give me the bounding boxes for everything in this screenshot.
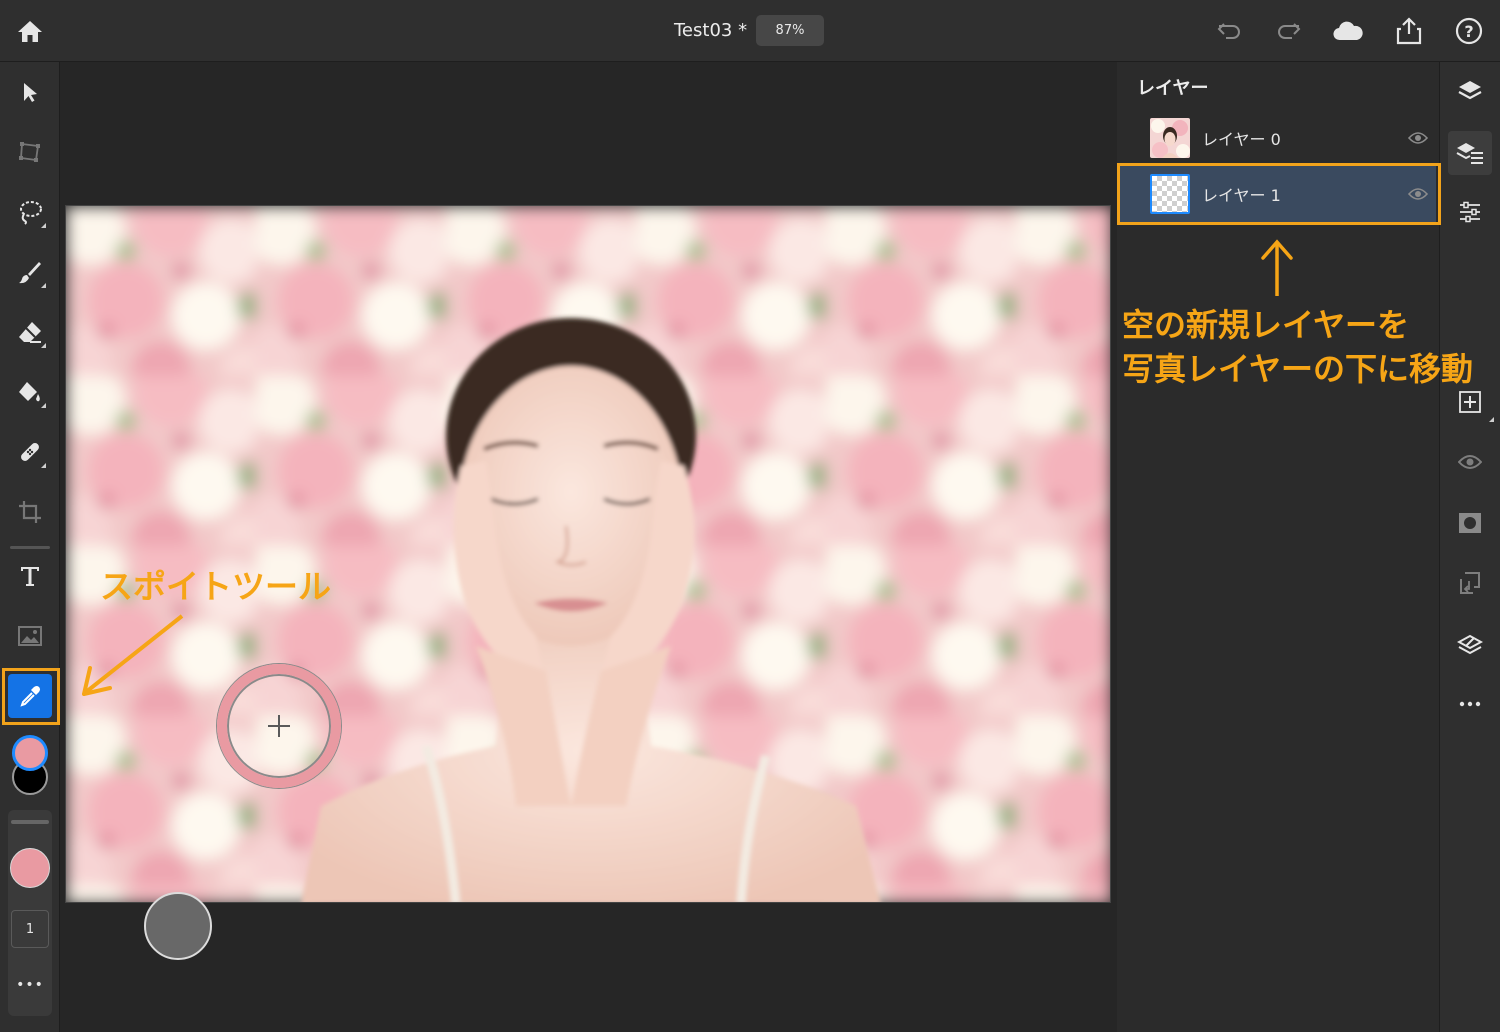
merge-icon[interactable] [1448,623,1492,667]
crosshair-icon [268,715,290,737]
type-tool-icon[interactable] [8,554,52,598]
layer-annotation-arrow [1261,239,1293,296]
layer-row-0[interactable]: レイヤー 0 [1120,110,1436,166]
brush-settings-group: 1 ••• [8,810,52,1016]
layer-thumbnail [1150,118,1190,158]
brush-color-swatch[interactable] [10,848,50,888]
share-icon[interactable] [1392,14,1426,48]
mask-icon[interactable] [1448,501,1492,545]
brush-size-badge[interactable]: 1 [11,910,49,948]
eyedropper-sample-loupe[interactable] [217,664,341,788]
svg-text:?: ? [1464,22,1473,41]
document-title: Test03 * [674,20,748,41]
layers-icon[interactable] [1448,69,1492,113]
brush-tool-icon[interactable] [8,250,52,294]
brush-slider-handle[interactable] [11,820,49,824]
layers-panel-title: レイヤー [1137,78,1209,99]
layer-highlight-box [1117,163,1441,225]
redo-icon[interactable] [1272,14,1306,48]
touch-shortcut-button[interactable] [144,892,212,960]
home-icon[interactable] [13,14,47,48]
layer-properties-icon[interactable] [1448,131,1492,175]
toolbar-divider [10,546,50,549]
canvas-photo[interactable] [65,205,1111,903]
right-rail [1439,62,1500,1032]
clip-layer-icon[interactable] [1448,561,1492,605]
transform-tool-icon[interactable] [8,130,52,174]
eyedropper-highlight-box [2,668,60,725]
eyedropper-annotation-arrow [82,614,184,696]
foreground-color-swatch[interactable] [12,735,48,771]
more-tools-button[interactable]: ••• [8,970,52,1000]
more-icon[interactable] [1448,682,1492,726]
layer-name: レイヤー 0 [1202,130,1281,149]
lasso-tool-icon[interactable] [8,190,52,234]
eyedropper-annotation-label: スポイトツール [100,567,331,606]
tool-bar: 1 ••• [0,62,60,1032]
cloud-icon[interactable] [1331,14,1365,48]
top-bar: Test03 * 87% ? [0,0,1500,62]
visibility-icon[interactable] [1448,440,1492,484]
healing-tool-icon[interactable] [8,430,52,474]
crop-tool-icon[interactable] [8,490,52,534]
select-tool-icon[interactable] [8,70,52,114]
eye-icon[interactable] [1406,129,1430,147]
layer-annotation-line1: 空の新規レイヤーを [1122,306,1410,344]
adjustments-icon[interactable] [1448,190,1492,234]
eraser-tool-icon[interactable] [8,310,52,354]
place-image-tool-icon[interactable] [8,614,52,658]
help-icon[interactable]: ? [1452,14,1486,48]
zoom-level-button[interactable]: 87% [756,15,824,46]
fill-tool-icon[interactable] [8,370,52,414]
undo-icon[interactable] [1212,14,1246,48]
layer-annotation-line2: 写真レイヤーの下に移動 [1122,350,1474,388]
